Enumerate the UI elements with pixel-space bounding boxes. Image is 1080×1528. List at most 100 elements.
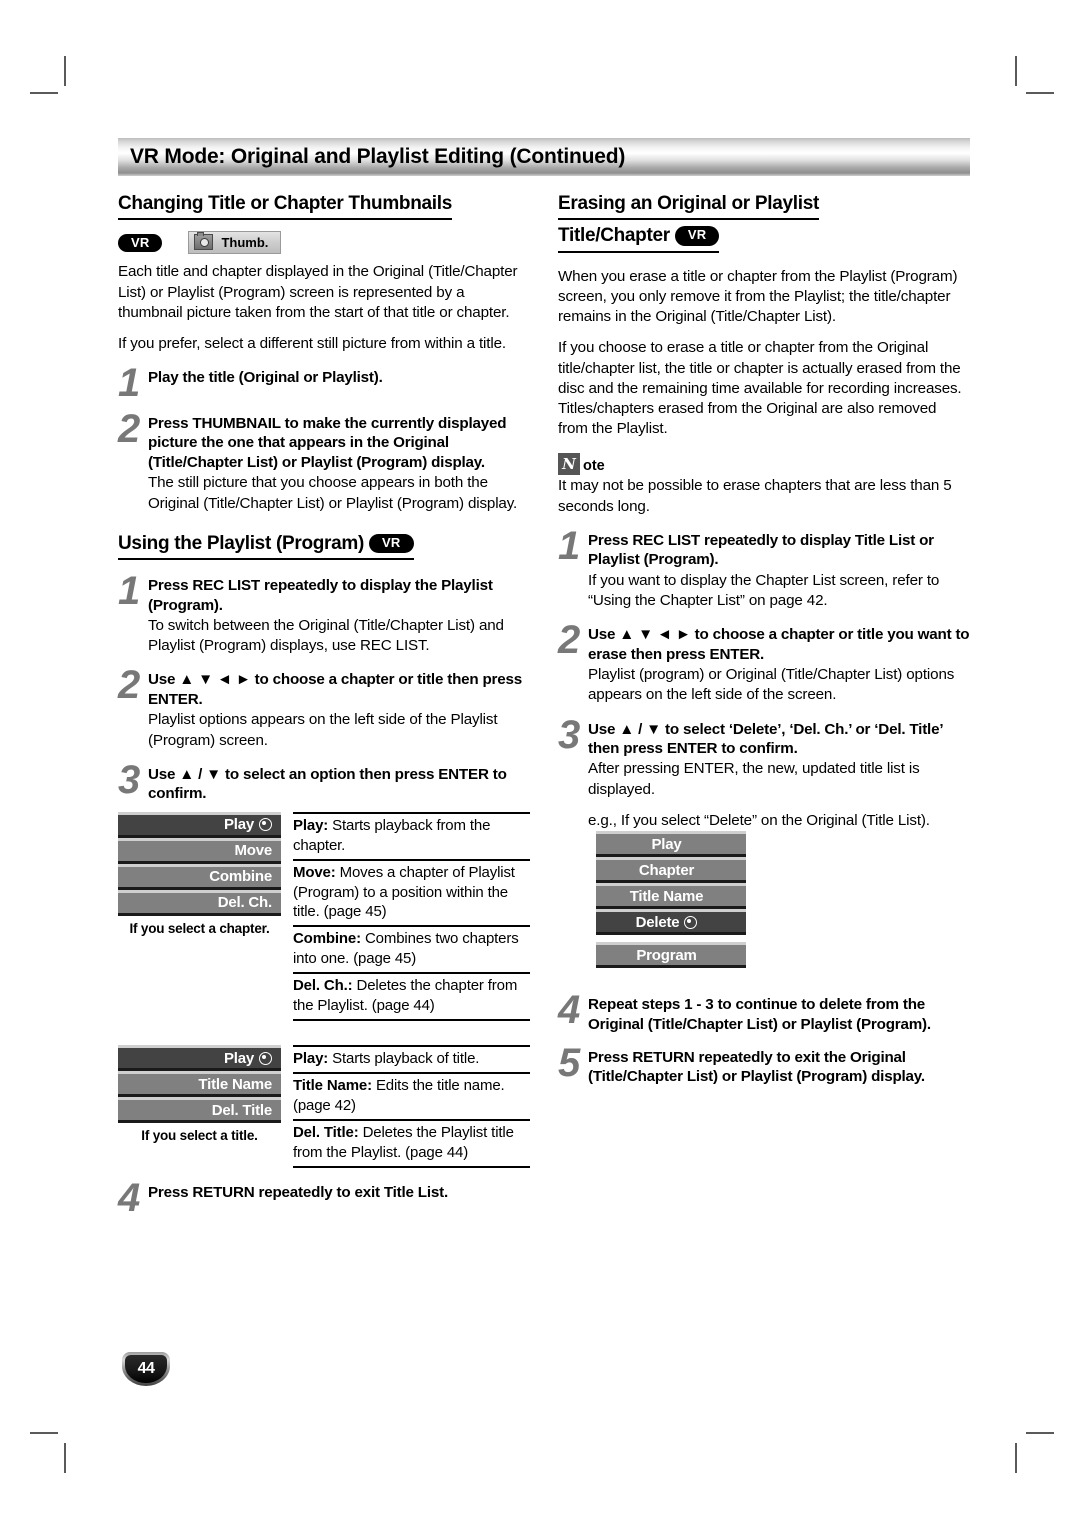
vr-badge: VR <box>674 226 720 246</box>
crop-mark-bottom-left-horizontal <box>30 1432 58 1434</box>
vr-badge: VR <box>118 233 163 252</box>
osd-item-program[interactable]: Program <box>596 942 746 969</box>
step-content: Use ▲ / ▼ to select an option then press… <box>148 764 530 804</box>
osd-item-label: Play <box>223 816 254 834</box>
definition-table-chapter: Play: Starts playback from the chapter. … <box>293 811 530 1022</box>
osd-item-del-title[interactable]: Del. Title <box>118 1097 281 1124</box>
page-number-value: 44 <box>137 1360 155 1377</box>
osd-item-move[interactable]: Move <box>118 837 281 864</box>
step-item: 2 Press THUMBNAIL to make the currently … <box>118 409 530 514</box>
note-text: It may not be possible to erase chapters… <box>558 477 952 515</box>
definition-term: Title Name: <box>293 1077 372 1095</box>
step-heading: Use ▲ ▼ ◄ ► to choose a chapter or title… <box>148 671 523 708</box>
section-heading-erasing-line2: Title/Chapter VR <box>558 224 720 253</box>
step-heading: Press RETURN repeatedly to exit the Orig… <box>588 1048 925 1086</box>
definition-row: Play: Starts playback from the chapter. <box>293 814 530 861</box>
step-item: 4 Repeat steps 1 - 3 to continue to dele… <box>558 990 970 1034</box>
badge-row-thumbnails: VR Thumb. <box>118 231 530 255</box>
osd-item-play[interactable]: Play <box>118 811 281 838</box>
osd-menu-title-wrap: Play Title Name Del. Title If you select… <box>118 1045 281 1143</box>
page-number-badge: 44 <box>122 1352 170 1386</box>
osd-menu-title[interactable]: Play Title Name Del. Title <box>118 1045 281 1124</box>
step-subtext: The still picture that you choose appear… <box>148 474 518 512</box>
enter-dot-icon <box>259 818 272 832</box>
definition-table-title: Play: Starts playback of title. Title Na… <box>293 1045 530 1168</box>
definition-row: Del. Ch.: Deletes the chapter from the P… <box>293 974 530 1022</box>
osd-item-title-name[interactable]: Title Name <box>596 883 746 910</box>
step-number: 1 <box>558 523 580 568</box>
step-number: 5 <box>558 1040 580 1085</box>
step-number: 2 <box>118 663 140 708</box>
step-number: 3 <box>558 712 580 757</box>
section-heading-erasing-line1: Erasing an Original or Playlist <box>558 192 819 221</box>
thumbnails-paragraph-1: Each title and chapter displayed in the … <box>118 263 518 321</box>
step-content: Play the title (Original or Playlist). <box>148 367 530 400</box>
section-heading-playlist-label: Using the Playlist (Program) <box>118 532 365 554</box>
definition-term: Play: <box>293 816 329 834</box>
thumbnail-button-chip[interactable]: Thumb. <box>188 231 282 255</box>
step-content: Press THUMBNAIL to make the currently di… <box>148 413 530 514</box>
step-content: Use ▲ / ▼ to select ‘Delete’, ‘Del. Ch.’… <box>588 719 970 832</box>
step-subtext: If you want to display the Chapter List … <box>588 571 940 609</box>
osd-menu-separator <box>596 935 746 942</box>
step-heading: Press REC LIST repeatedly to display the… <box>148 577 493 614</box>
osd-item-play[interactable]: Play <box>118 1045 281 1072</box>
osd-menu-block-chapter: Play Move Combine Del. Ch. If you select… <box>118 811 530 1022</box>
step-subtext-example: e.g., If you select “Delete” on the Orig… <box>588 811 930 829</box>
erasing-paragraph-1: When you erase a title or chapter from t… <box>558 267 958 326</box>
two-column-body: Changing Title or Chapter Thumbnails VR … <box>118 192 970 1220</box>
crop-mark-bottom-right-horizontal <box>1026 1432 1054 1434</box>
crop-mark-top-left-horizontal <box>30 92 58 94</box>
step-content: Press RETURN repeatedly to exit the Orig… <box>588 1047 970 1087</box>
note-block: N ote It may not be possible to erase ch… <box>558 453 970 516</box>
step-content: Repeat steps 1 - 3 to continue to delete… <box>588 994 970 1034</box>
definition-row: Combine: Combines two chapters into one.… <box>293 927 530 975</box>
definition-term: Del. Ch.: <box>293 977 353 995</box>
crop-mark-top-right-horizontal <box>1026 92 1054 94</box>
step-subtext: After pressing ENTER, the new, updated t… <box>588 760 920 798</box>
step-item: 1 Press REC LIST repeatedly to display T… <box>558 523 970 611</box>
definition-term: Move: <box>293 863 336 881</box>
step-item: 3 Use ▲ / ▼ to select ‘Delete’, ‘Del. Ch… <box>558 712 970 832</box>
section-heading-erasing-label2: Title/Chapter <box>558 225 670 247</box>
osd-menu-chapter-wrap: Play Move Combine Del. Ch. If you select… <box>118 811 281 936</box>
step-subtext: Playlist (program) or Original (Title/Ch… <box>588 666 955 704</box>
definition-row: Play: Starts playback of title. <box>293 1047 530 1075</box>
section-heading-playlist-text: Using the Playlist (Program) VR <box>118 532 414 561</box>
step-heading: Use ▲ ▼ ◄ ► to choose a chapter or title… <box>588 626 970 663</box>
osd-item-title-name[interactable]: Title Name <box>118 1071 281 1098</box>
osd-item-label: Program <box>636 946 697 964</box>
step-item: 3 Use ▲ / ▼ to select an option then pre… <box>118 760 530 804</box>
osd-menu-original[interactable]: Play Chapter Title Name Delete Program <box>596 831 746 969</box>
step-number: 4 <box>118 1175 140 1220</box>
osd-menu-chapter[interactable]: Play Move Combine Del. Ch. <box>118 811 281 916</box>
osd-menu-title-caption: If you select a title. <box>141 1128 258 1144</box>
step-item: 5 Press RETURN repeatedly to exit the Or… <box>558 1040 970 1087</box>
osd-item-label: Chapter <box>638 861 695 879</box>
crop-mark-bottom-right-vertical <box>1015 1443 1017 1473</box>
enter-dot-icon <box>684 915 698 929</box>
section-heading-erasing: Erasing an Original or Playlist Title/Ch… <box>558 192 970 255</box>
step-content: Press RETURN repeatedly to exit Title Li… <box>148 1182 530 1215</box>
step-number: 1 <box>118 569 140 614</box>
osd-item-del-ch[interactable]: Del. Ch. <box>118 889 281 916</box>
right-column: Erasing an Original or Playlist Title/Ch… <box>558 192 970 1215</box>
definition-row: Del. Title: Deletes the Playlist title f… <box>293 1121 530 1168</box>
osd-item-play[interactable]: Play <box>596 831 746 858</box>
step-item: 4 Press RETURN repeatedly to exit Title … <box>118 1175 530 1220</box>
osd-item-combine[interactable]: Combine <box>118 863 281 890</box>
osd-menu-chapter-caption: If you select a chapter. <box>129 920 270 936</box>
osd-item-chapter[interactable]: Chapter <box>596 857 746 884</box>
definition-row: Move: Moves a chapter of Playlist (Progr… <box>293 861 530 928</box>
crop-mark-top-right-vertical <box>1015 56 1017 86</box>
page-number-inner: 44 <box>125 1355 167 1383</box>
osd-item-delete[interactable]: Delete <box>596 909 746 936</box>
step-heading: Press REC LIST repeatedly to display Tit… <box>588 531 934 569</box>
definition-term: Del. Title: <box>293 1123 359 1141</box>
step-subtext: Playlist options appears on the left sid… <box>148 711 498 749</box>
page-header-bar: VR Mode: Original and Playlist Editing (… <box>118 138 970 176</box>
note-heading: N ote <box>558 453 970 476</box>
erasing-paragraph-2: If you choose to erase a title or chapte… <box>558 339 962 438</box>
camera-icon <box>194 232 214 251</box>
thumbnail-button-label: Thumb. <box>221 234 269 250</box>
